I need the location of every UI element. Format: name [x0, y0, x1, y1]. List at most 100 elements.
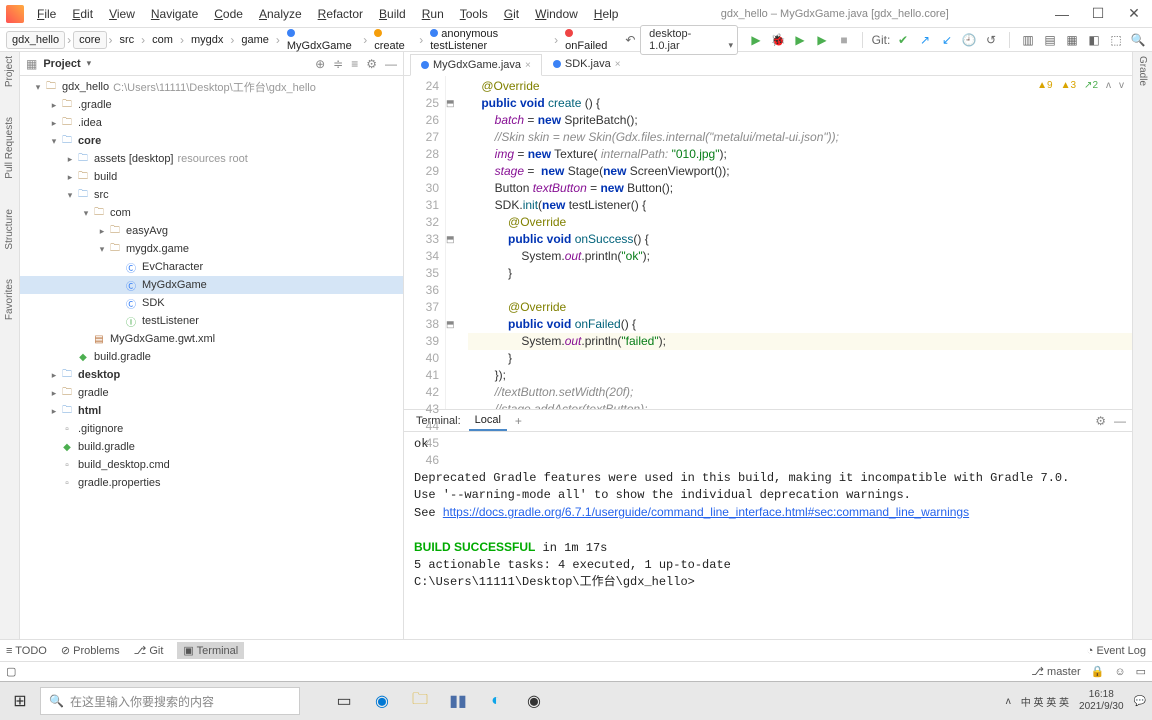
favorites-tool-button[interactable]: Favorites	[4, 279, 15, 320]
terminal-hide-icon[interactable]: —	[1114, 414, 1126, 428]
menu-code[interactable]: Code	[207, 3, 250, 25]
toolbar-icon-2[interactable]: ▤	[1042, 32, 1058, 48]
tree-item-gradle.properties[interactable]: ▫gradle.properties	[20, 474, 403, 492]
tree-item-html[interactable]: ▸🗀html	[20, 402, 403, 420]
menu-refactor[interactable]: Refactor	[311, 3, 370, 25]
taskbar-search[interactable]: 🔍 在这里输入你要搜索的内容	[40, 687, 300, 715]
problems-tool-button[interactable]: ⊘ Problems	[61, 644, 120, 657]
crumb-MyGdxGame[interactable]: MyGdxGame	[282, 26, 361, 54]
gutter-icons[interactable]: ⬒⬒⬒	[446, 76, 458, 409]
expand-icon[interactable]: ≑	[333, 57, 343, 71]
event-log-button[interactable]: ◔ Event Log	[1087, 645, 1146, 657]
debug-button[interactable]: 🐞	[770, 32, 786, 48]
menu-analyze[interactable]: Analyze	[252, 3, 309, 25]
git-tool-button[interactable]: ⎇ Git	[134, 644, 164, 657]
tree-item-EvCharacter[interactable]: ⒸEvCharacter	[20, 258, 403, 276]
locate-icon[interactable]: ⊕	[315, 57, 325, 71]
menu-file[interactable]: File	[30, 3, 63, 25]
toolbar-icon-3[interactable]: ▦	[1064, 32, 1080, 48]
tree-item-build.gradle[interactable]: ◆build.gradle	[20, 438, 403, 456]
tree-item-testListener[interactable]: ⒾtestListener	[20, 312, 403, 330]
tree-item-desktop[interactable]: ▸🗀desktop	[20, 366, 403, 384]
crumb-src[interactable]: src	[115, 32, 140, 48]
crumb-anonymous testListener[interactable]: anonymous testListener	[425, 26, 552, 54]
tree-item-MyGdxGame.gwt.xml[interactable]: ▤MyGdxGame.gwt.xml	[20, 330, 403, 348]
back-icon[interactable]: ↶	[623, 32, 638, 48]
terminal-body[interactable]: ok Deprecated Gradle features were used …	[404, 432, 1132, 639]
toolbar-icon-4[interactable]: ◧	[1086, 32, 1102, 48]
tree-item-assets [desktop][interactable]: ▸🗀assets [desktop]resources root	[20, 150, 403, 168]
git-pull-icon[interactable]: ↙	[939, 32, 955, 48]
git-commit-icon[interactable]: ✔	[895, 32, 911, 48]
search-icon[interactable]: 🔍	[1130, 32, 1146, 48]
menu-window[interactable]: Window	[528, 3, 585, 25]
tree-item-build_desktop.cmd[interactable]: ▫build_desktop.cmd	[20, 456, 403, 474]
menu-help[interactable]: Help	[587, 3, 626, 25]
toolbar-icon-5[interactable]: ⬚	[1108, 32, 1124, 48]
terminal-tab-local[interactable]: Local	[469, 411, 507, 431]
editor-tab-SDK.java[interactable]: SDK.java ×	[542, 53, 632, 75]
run-button[interactable]: ▶	[748, 32, 764, 48]
tray-notifications-icon[interactable]: 💬	[1134, 696, 1146, 707]
project-tree[interactable]: ▾🗀gdx_helloC:\Users\11111\Desktop\工作台\gd…	[20, 76, 403, 639]
tree-item-SDK[interactable]: ⒸSDK	[20, 294, 403, 312]
taskbar-app-taskview[interactable]: ▭	[326, 686, 362, 716]
tree-item-easyAvg[interactable]: ▸🗀easyAvg	[20, 222, 403, 240]
git-branch[interactable]: ⎇ master	[1031, 665, 1080, 678]
taskbar-app-4[interactable]: ▮▮	[440, 686, 476, 716]
git-push-icon[interactable]: ↗	[917, 32, 933, 48]
terminal-tool-button[interactable]: ▣ Terminal	[177, 642, 244, 659]
collapse-icon[interactable]: ≡	[351, 57, 358, 71]
todo-tool-button[interactable]: ≡ TODO	[6, 645, 47, 657]
crumb-game[interactable]: game	[236, 32, 274, 48]
taskbar-app-explorer[interactable]: 🗀	[402, 686, 438, 716]
system-tray[interactable]: ʌ 中 英 英 英 16:18 2021/9/30 💬	[1006, 689, 1146, 713]
tree-item-.gradle[interactable]: ▸🗀.gradle	[20, 96, 403, 114]
taskbar-app-edge[interactable]: ◉	[364, 686, 400, 716]
status-icon[interactable]: ▢	[6, 665, 16, 678]
coverage-button[interactable]: ▶	[792, 32, 808, 48]
terminal-new-tab[interactable]: +	[515, 414, 522, 428]
menu-view[interactable]: View	[102, 3, 142, 25]
menu-run[interactable]: Run	[415, 3, 451, 25]
tab-close-icon[interactable]: ×	[615, 59, 621, 70]
crumb-gdx_hello[interactable]: gdx_hello	[6, 31, 65, 49]
code-editor[interactable]: ▲9 ▲3 ↗2 ʌv 2425262728293031323334353637…	[404, 76, 1132, 409]
tree-item-MyGdxGame[interactable]: ⒸMyGdxGame	[20, 276, 403, 294]
tree-item-gdx_hello[interactable]: ▾🗀gdx_helloC:\Users\11111\Desktop\工作台\gd…	[20, 78, 403, 96]
crumb-com[interactable]: com	[147, 32, 178, 48]
tree-item-src[interactable]: ▾🗀src	[20, 186, 403, 204]
status-lock-icon[interactable]: 🔒	[1091, 665, 1105, 678]
settings-icon[interactable]: ⚙	[366, 57, 377, 71]
git-history-icon[interactable]: 🕘	[961, 32, 977, 48]
inspection-widget[interactable]: ▲9 ▲3 ↗2 ʌv	[1037, 80, 1124, 91]
project-tool-button[interactable]: Project	[4, 56, 15, 87]
close-button[interactable]: ✕	[1116, 0, 1152, 28]
tree-item-.gitignore[interactable]: ▫.gitignore	[20, 420, 403, 438]
menu-navigate[interactable]: Navigate	[144, 3, 205, 25]
tree-item-build[interactable]: ▸🗀build	[20, 168, 403, 186]
structure-tool-button[interactable]: Structure	[4, 209, 15, 250]
profile-button[interactable]: ▶	[814, 32, 830, 48]
crumb-create[interactable]: create	[369, 26, 417, 54]
tab-close-icon[interactable]: ×	[525, 60, 531, 71]
hide-icon[interactable]: —	[385, 57, 397, 71]
git-revert-icon[interactable]: ↺	[983, 32, 999, 48]
line-gutter[interactable]: 2425262728293031323334353637383940414243…	[404, 76, 446, 409]
start-button[interactable]: ⊞	[6, 687, 34, 715]
status-face-icon[interactable]: ☺	[1114, 666, 1125, 678]
run-config-select[interactable]: desktop-1.0.jar	[640, 25, 738, 55]
menu-build[interactable]: Build	[372, 3, 413, 25]
tree-item-com[interactable]: ▾🗀com	[20, 204, 403, 222]
menu-git[interactable]: Git	[497, 3, 526, 25]
pull-requests-tool-button[interactable]: Pull Requests	[4, 117, 15, 179]
maximize-button[interactable]: ☐	[1080, 0, 1116, 28]
menu-edit[interactable]: Edit	[65, 3, 100, 25]
gradle-tool-button[interactable]: Gradle	[1137, 56, 1148, 86]
tree-item-core[interactable]: ▾🗀core	[20, 132, 403, 150]
tree-item-gradle[interactable]: ▸🗀gradle	[20, 384, 403, 402]
terminal-settings-icon[interactable]: ⚙	[1095, 414, 1106, 428]
tree-item-mygdx.game[interactable]: ▾🗀mygdx.game	[20, 240, 403, 258]
crumb-mygdx[interactable]: mygdx	[186, 32, 228, 48]
editor-tab-MyGdxGame.java[interactable]: MyGdxGame.java ×	[410, 54, 542, 76]
